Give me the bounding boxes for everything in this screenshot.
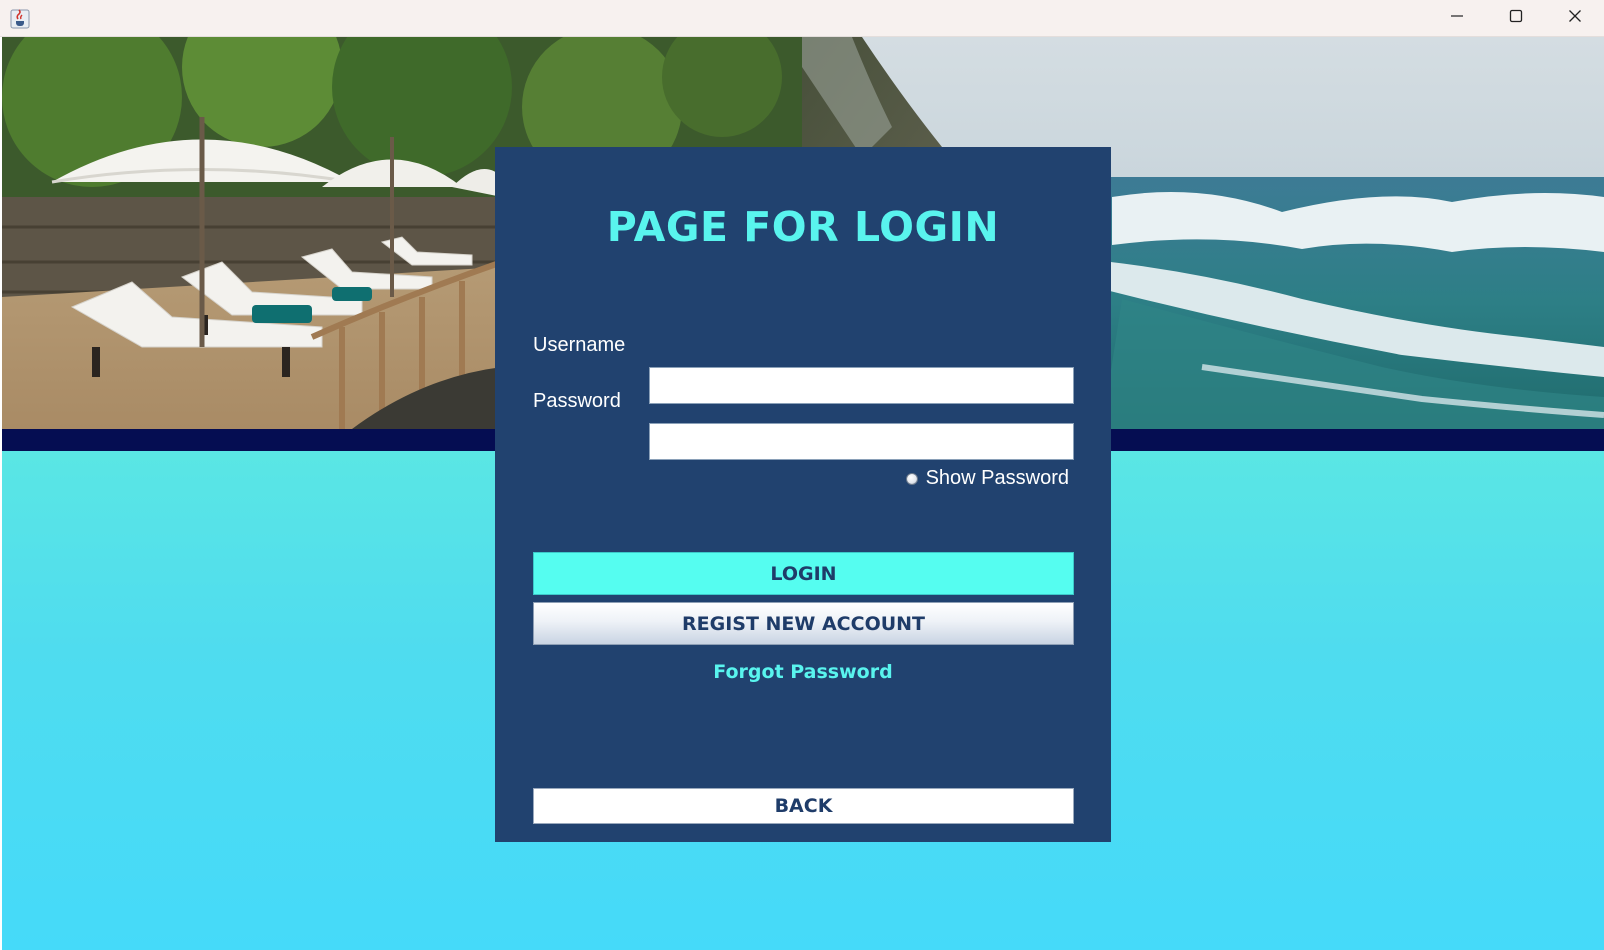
password-input[interactable] bbox=[649, 423, 1074, 460]
app-window: PAGE FOR LOGIN Username Password Show Pa… bbox=[0, 0, 1604, 950]
login-button[interactable]: LOGIN bbox=[533, 552, 1074, 595]
maximize-button[interactable] bbox=[1487, 0, 1545, 36]
show-password-radio[interactable] bbox=[905, 472, 918, 485]
show-password-label: Show Password bbox=[925, 467, 1069, 489]
forgot-password-link[interactable]: Forgot Password bbox=[495, 661, 1111, 683]
password-label: Password bbox=[533, 390, 621, 412]
back-button[interactable]: BACK bbox=[533, 788, 1074, 824]
minimize-button[interactable] bbox=[1428, 0, 1486, 36]
close-icon bbox=[1568, 9, 1582, 28]
username-label: Username bbox=[533, 334, 626, 356]
close-button[interactable] bbox=[1546, 0, 1604, 36]
regist-new-account-button[interactable]: REGIST NEW ACCOUNT bbox=[533, 602, 1074, 645]
show-password-toggle[interactable]: Show Password bbox=[905, 467, 1069, 490]
maximize-icon bbox=[1509, 9, 1523, 28]
title-bar bbox=[0, 0, 1604, 37]
content-area: PAGE FOR LOGIN Username Password Show Pa… bbox=[2, 37, 1604, 950]
minimize-icon bbox=[1450, 9, 1464, 28]
java-cup-icon bbox=[10, 9, 30, 29]
page-title: PAGE FOR LOGIN bbox=[606, 203, 1000, 251]
login-panel: PAGE FOR LOGIN Username Password Show Pa… bbox=[495, 147, 1111, 842]
username-input[interactable] bbox=[649, 367, 1074, 404]
